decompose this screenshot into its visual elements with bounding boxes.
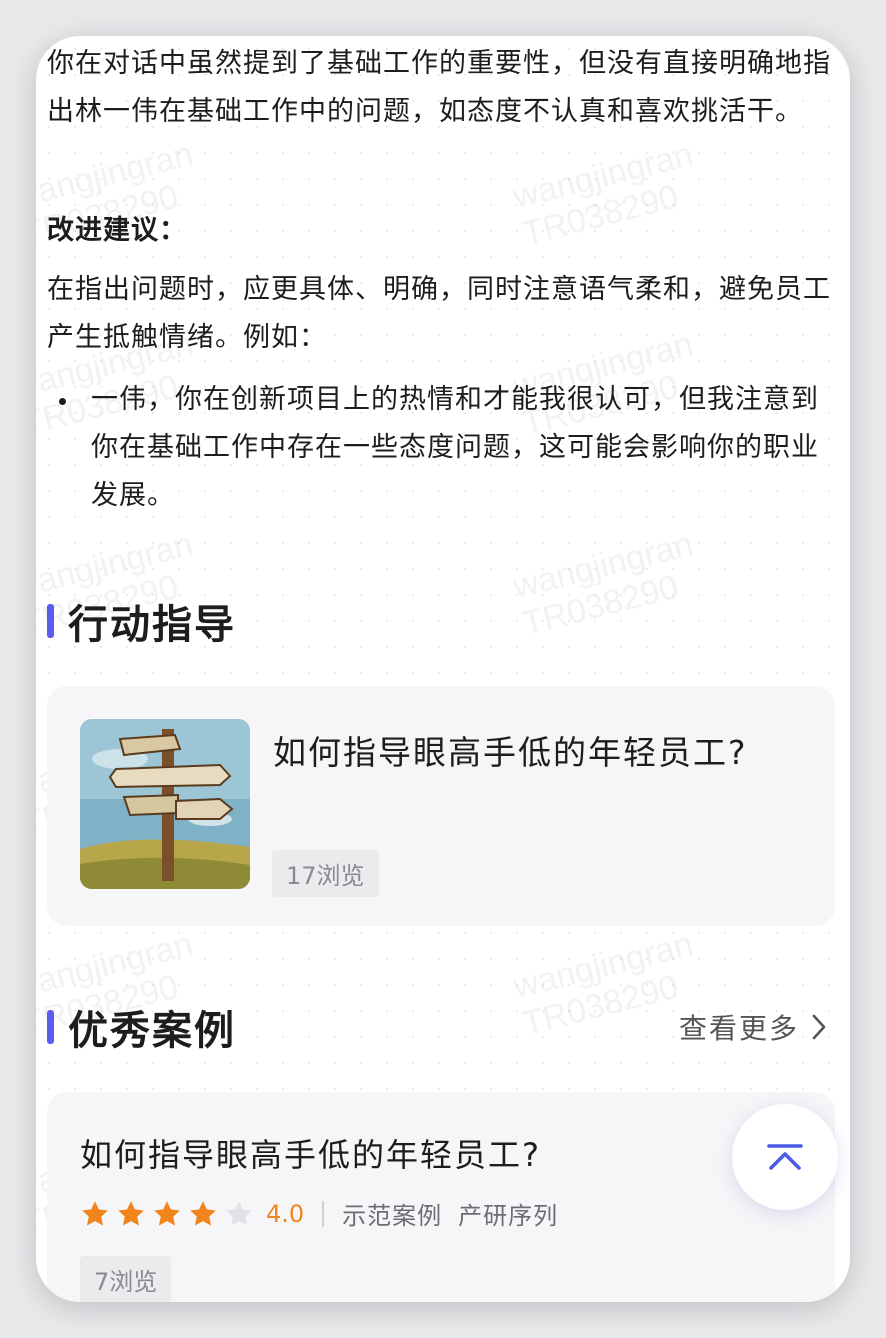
- example-list: 一伟，你在创新项目上的热情和才能我很认可，但我注意到你在基础工作中存在一些态度问…: [47, 376, 832, 520]
- case-card[interactable]: 如何指导眼高手低的年轻员工? 4.0 示范案例 产研序列 7浏览: [47, 1092, 835, 1302]
- rating-row: 4.0 示范案例 产研序列: [80, 1196, 574, 1231]
- back-to-top-button[interactable]: [732, 1104, 838, 1210]
- case-tag: 产研序列: [458, 1202, 559, 1230]
- back-to-top-icon: [767, 1144, 803, 1170]
- star-filled-icon: [118, 1200, 144, 1225]
- cases-section-header: 优秀案例 查看更多: [47, 998, 827, 1056]
- signpost-illustration-icon: [80, 719, 250, 889]
- case-tag: 示范案例: [342, 1202, 443, 1230]
- rating-value: 4.0: [266, 1199, 305, 1228]
- section-title-text: 行动指导: [68, 602, 236, 648]
- list-item: 一伟，你在创新项目上的热情和才能我很认可，但我注意到你在基础工作中存在一些态度问…: [47, 376, 832, 520]
- star-filled-icon: [154, 1200, 180, 1225]
- feedback-paragraph: 你在对话中虽然提到了基础工作的重要性，但没有直接明确地指出林一伟在基础工作中的问…: [47, 48, 831, 127]
- star-filled-icon: [82, 1200, 108, 1225]
- action-guide-card[interactable]: 如何指导眼高手低的年轻员工? 17浏览: [47, 686, 835, 926]
- star-rating: [80, 1199, 260, 1229]
- star-empty-icon: [226, 1200, 252, 1225]
- suggestion-paragraph: 在指出问题时，应更具体、明确，同时注意语气柔和，避免员工产生抵触情绪。例如：: [47, 274, 831, 353]
- divider: [322, 1200, 325, 1227]
- section-title-text: 优秀案例: [68, 1008, 236, 1054]
- action-guide-section-title: 行动指导: [47, 592, 236, 650]
- phone-screen: wangjingran TR038290 wangjingran TR03829…: [36, 36, 850, 1302]
- view-more-label: 查看更多: [678, 1012, 799, 1045]
- view-count-badge: 7浏览: [80, 1256, 172, 1302]
- accent-bar: [47, 1010, 54, 1044]
- view-count-badge: 17浏览: [272, 850, 379, 897]
- card-title: 如何指导眼高手低的年轻员工?: [273, 733, 748, 772]
- suggestion-heading: 改进建议：: [47, 215, 187, 246]
- chevron-right-icon: [812, 1014, 826, 1040]
- view-more-link[interactable]: 查看更多: [679, 1007, 827, 1047]
- accent-bar: [47, 604, 54, 638]
- card-title: 如何指导眼高手低的年轻员工?: [80, 1136, 541, 1174]
- star-filled-icon: [190, 1200, 216, 1225]
